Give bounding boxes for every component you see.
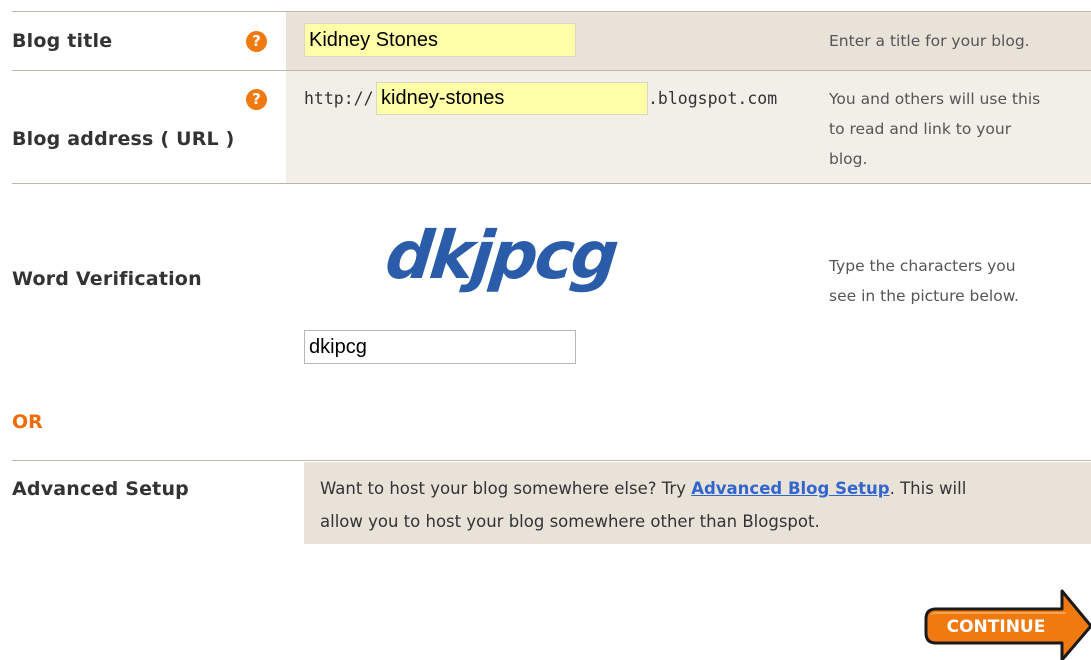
advanced-text-after: . This will (889, 479, 967, 498)
divider-advanced (12, 460, 1091, 461)
help-icon[interactable]: ? (246, 89, 267, 110)
word-verification-input[interactable] (304, 330, 576, 364)
advanced-text-before: Want to host your blog somewhere else? T… (320, 479, 692, 498)
advanced-blog-setup-link[interactable]: Advanced Blog Setup (691, 479, 889, 498)
blog-address-label: Blog address ( URL ) (12, 128, 235, 150)
divider-title (12, 70, 1091, 71)
advanced-setup-label: Advanced Setup (12, 478, 189, 500)
word-verification-hint: Type the characters you see in the pictu… (829, 251, 1019, 311)
blog-title-input[interactable] (304, 23, 576, 57)
divider-address (12, 183, 1091, 184)
hint-line: You and others will use this (829, 90, 1041, 108)
advanced-text-line2: allow you to host your blog somewhere ot… (320, 512, 820, 531)
or-separator: OR (12, 411, 43, 433)
help-icon[interactable]: ? (246, 31, 267, 52)
hint-line: to read and link to your (829, 120, 1012, 138)
blog-address-input[interactable] (376, 82, 648, 115)
continue-label: CONTINUE (946, 617, 1046, 637)
blog-title-hint: Enter a title for your blog. (829, 32, 1030, 50)
blog-title-label: Blog title (12, 30, 113, 52)
word-verification-label: Word Verification (12, 268, 202, 290)
continue-button[interactable]: CONTINUE (922, 583, 1091, 660)
hint-line: see in the picture below. (829, 287, 1019, 305)
advanced-setup-text: Want to host your blog somewhere else? T… (320, 472, 1090, 538)
hint-line: Type the characters you (829, 257, 1016, 275)
captcha-text: dkjpcg (382, 217, 620, 294)
url-suffix: .blogspot.com (648, 89, 778, 108)
url-prefix: http:// (304, 89, 374, 108)
blog-address-hint: You and others will use this to read and… (829, 84, 1040, 174)
captcha-image: dkjpcg (382, 208, 656, 304)
divider-top (12, 11, 1091, 12)
hint-line: blog. (829, 150, 868, 168)
